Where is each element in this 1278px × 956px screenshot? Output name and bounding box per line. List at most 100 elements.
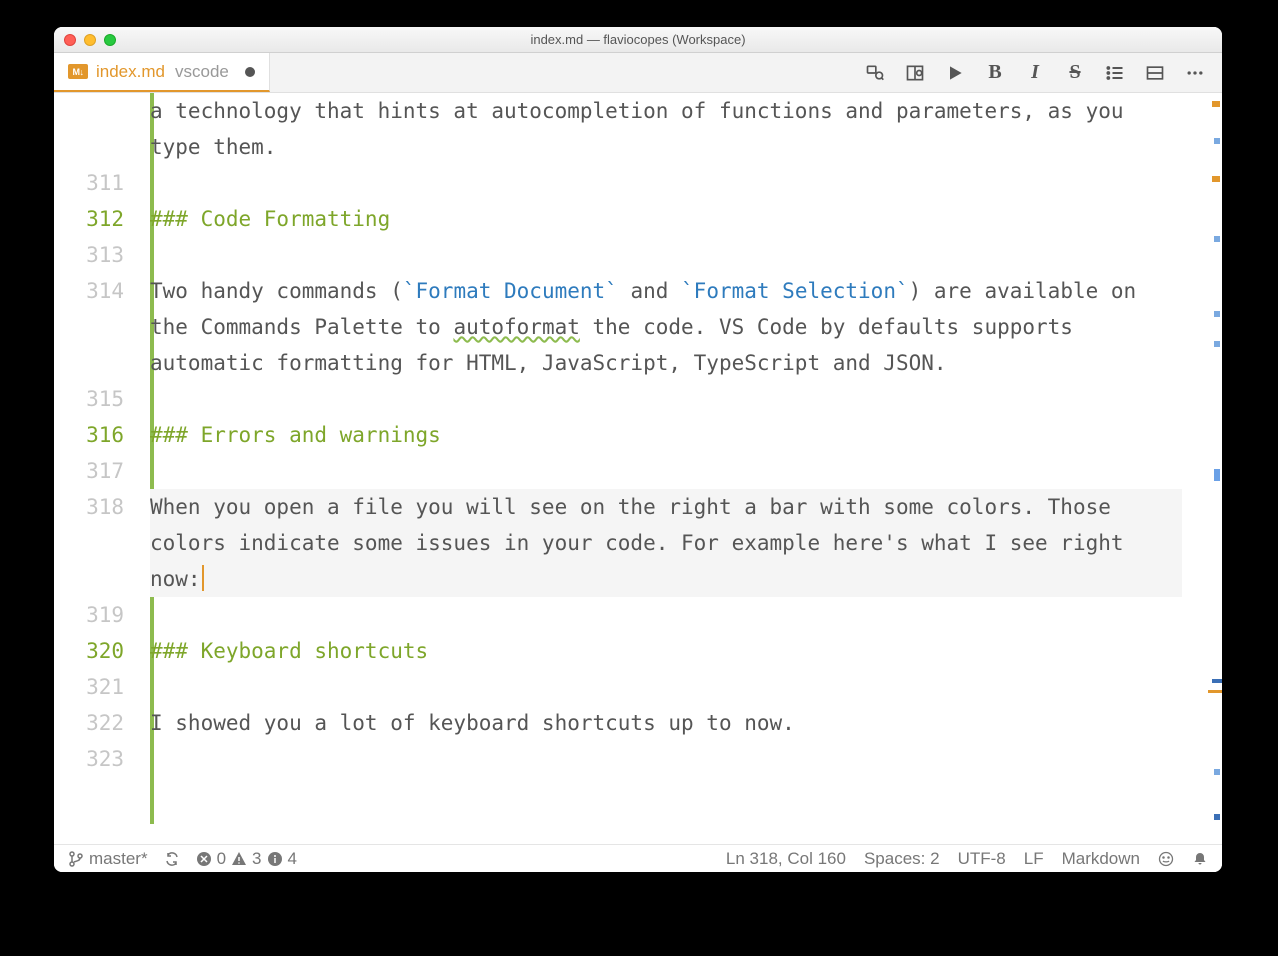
overview-ruler[interactable] xyxy=(1206,93,1222,844)
maximize-button[interactable] xyxy=(104,34,116,46)
line-number[interactable]: 317 xyxy=(54,453,124,489)
tab-filename: index.md xyxy=(96,62,165,82)
text-span: Two handy commands ( xyxy=(150,279,403,303)
ruler-active-line[interactable] xyxy=(1208,690,1222,693)
ruler-marker[interactable] xyxy=(1212,101,1220,107)
find-replace-icon[interactable] xyxy=(858,58,892,88)
ruler-cursor-marker[interactable] xyxy=(1212,679,1222,683)
run-icon[interactable] xyxy=(938,58,972,88)
code-line[interactable] xyxy=(150,165,1182,201)
smiley-icon xyxy=(1158,851,1174,867)
code-line[interactable]: ### Keyboard shortcuts xyxy=(150,633,1182,669)
code-line[interactable]: ### Code Formatting xyxy=(150,201,1182,237)
line-number[interactable]: 322 xyxy=(54,705,124,741)
inline-code: `Format Document` xyxy=(403,279,618,303)
close-button[interactable] xyxy=(64,34,76,46)
text-span: When you open a file you will see on the… xyxy=(150,495,1136,591)
line-number[interactable]: 320 xyxy=(54,633,124,669)
ruler-marker[interactable] xyxy=(1214,138,1220,144)
text-span: a technology that hints at autocompletio… xyxy=(150,99,1136,159)
tabbar: M↓ index.md vscode B I S xyxy=(54,53,1222,93)
strikethrough-button[interactable]: S xyxy=(1058,58,1092,88)
text-cursor xyxy=(202,565,204,591)
markdown-file-icon: M↓ xyxy=(68,64,88,79)
code-line[interactable] xyxy=(150,381,1182,417)
code-line[interactable]: I showed you a lot of keyboard shortcuts… xyxy=(150,705,1182,741)
code-line[interactable]: ### Errors and warnings xyxy=(150,417,1182,453)
cursor-position[interactable]: Ln 318, Col 160 xyxy=(726,849,846,869)
editor-toolbar: B I S xyxy=(858,53,1222,92)
titlebar[interactable]: index.md — flaviocopes (Workspace) xyxy=(54,27,1222,53)
markdown-heading: ### Keyboard shortcuts xyxy=(150,639,428,663)
tab-folder: vscode xyxy=(175,62,229,82)
minimize-button[interactable] xyxy=(84,34,96,46)
info-icon xyxy=(267,851,283,867)
error-icon xyxy=(196,851,212,867)
git-branch[interactable]: master* xyxy=(68,849,148,869)
spell-warning: autoformat xyxy=(453,315,579,339)
line-number[interactable]: 314 xyxy=(54,273,124,381)
ruler-marker[interactable] xyxy=(1214,769,1220,775)
indentation[interactable]: Spaces: 2 xyxy=(864,849,940,869)
text-span: and xyxy=(618,279,681,303)
traffic-lights xyxy=(54,34,116,46)
info-count: 4 xyxy=(288,849,297,869)
line-number[interactable]: 312 xyxy=(54,201,124,237)
line-number[interactable]: 319 xyxy=(54,597,124,633)
editor-area[interactable]: 311312313314315316317318319320321322323 … xyxy=(54,93,1222,844)
vscode-window: index.md — flaviocopes (Workspace) M↓ in… xyxy=(54,27,1222,872)
ruler-marker[interactable] xyxy=(1214,311,1220,317)
branch-name: master* xyxy=(89,849,148,869)
code-line[interactable] xyxy=(150,237,1182,273)
ruler-marker[interactable] xyxy=(1212,176,1220,182)
line-number[interactable]: 323 xyxy=(54,741,124,777)
error-count: 0 xyxy=(217,849,226,869)
sync-button[interactable] xyxy=(164,851,180,867)
open-preview-side-icon[interactable] xyxy=(898,58,932,88)
ruler-marker[interactable] xyxy=(1214,814,1220,820)
window-title: index.md — flaviocopes (Workspace) xyxy=(54,32,1222,47)
code-line[interactable]: Two handy commands (`Format Document` an… xyxy=(150,273,1182,381)
bullet-list-icon[interactable] xyxy=(1098,58,1132,88)
code-line[interactable] xyxy=(150,453,1182,489)
ruler-marker[interactable] xyxy=(1214,341,1220,347)
line-number[interactable]: 318 xyxy=(54,489,124,597)
code-line[interactable]: When you open a file you will see on the… xyxy=(150,489,1182,597)
line-number[interactable]: 315 xyxy=(54,381,124,417)
line-number[interactable]: 316 xyxy=(54,417,124,453)
text-span: I showed you a lot of keyboard shortcuts… xyxy=(150,711,795,735)
layout-icon[interactable] xyxy=(1138,58,1172,88)
line-number[interactable] xyxy=(54,93,124,165)
git-branch-icon xyxy=(68,851,84,867)
warning-count: 3 xyxy=(252,849,261,869)
sync-icon xyxy=(164,851,180,867)
inline-code: `Format Selection` xyxy=(681,279,909,303)
feedback-button[interactable] xyxy=(1158,851,1174,867)
code-line[interactable] xyxy=(150,597,1182,633)
encoding[interactable]: UTF-8 xyxy=(958,849,1006,869)
bell-icon xyxy=(1192,851,1208,867)
line-number[interactable]: 321 xyxy=(54,669,124,705)
editor-tab[interactable]: M↓ index.md vscode xyxy=(54,53,270,92)
more-actions-icon[interactable] xyxy=(1178,58,1212,88)
code-line[interactable] xyxy=(150,741,1182,777)
markdown-heading: ### Code Formatting xyxy=(150,207,390,231)
code-line[interactable] xyxy=(150,669,1182,705)
language-mode[interactable]: Markdown xyxy=(1062,849,1140,869)
problems-indicator[interactable]: 0 3 4 xyxy=(196,849,297,869)
dirty-indicator-icon[interactable] xyxy=(245,67,255,77)
statusbar: master* 0 3 4 xyxy=(54,844,1222,872)
italic-button[interactable]: I xyxy=(1018,58,1052,88)
ruler-marker[interactable] xyxy=(1214,469,1220,481)
line-number-gutter[interactable]: 311312313314315316317318319320321322323 xyxy=(54,93,150,844)
notifications-button[interactable] xyxy=(1192,851,1208,867)
bold-button[interactable]: B xyxy=(978,58,1012,88)
markdown-heading: ### Errors and warnings xyxy=(150,423,441,447)
warning-icon xyxy=(231,851,247,867)
ruler-marker[interactable] xyxy=(1214,236,1220,242)
line-number[interactable]: 311 xyxy=(54,165,124,201)
line-number[interactable]: 313 xyxy=(54,237,124,273)
eol[interactable]: LF xyxy=(1024,849,1044,869)
code-content[interactable]: a technology that hints at autocompletio… xyxy=(150,93,1222,844)
code-line[interactable]: a technology that hints at autocompletio… xyxy=(150,93,1182,165)
